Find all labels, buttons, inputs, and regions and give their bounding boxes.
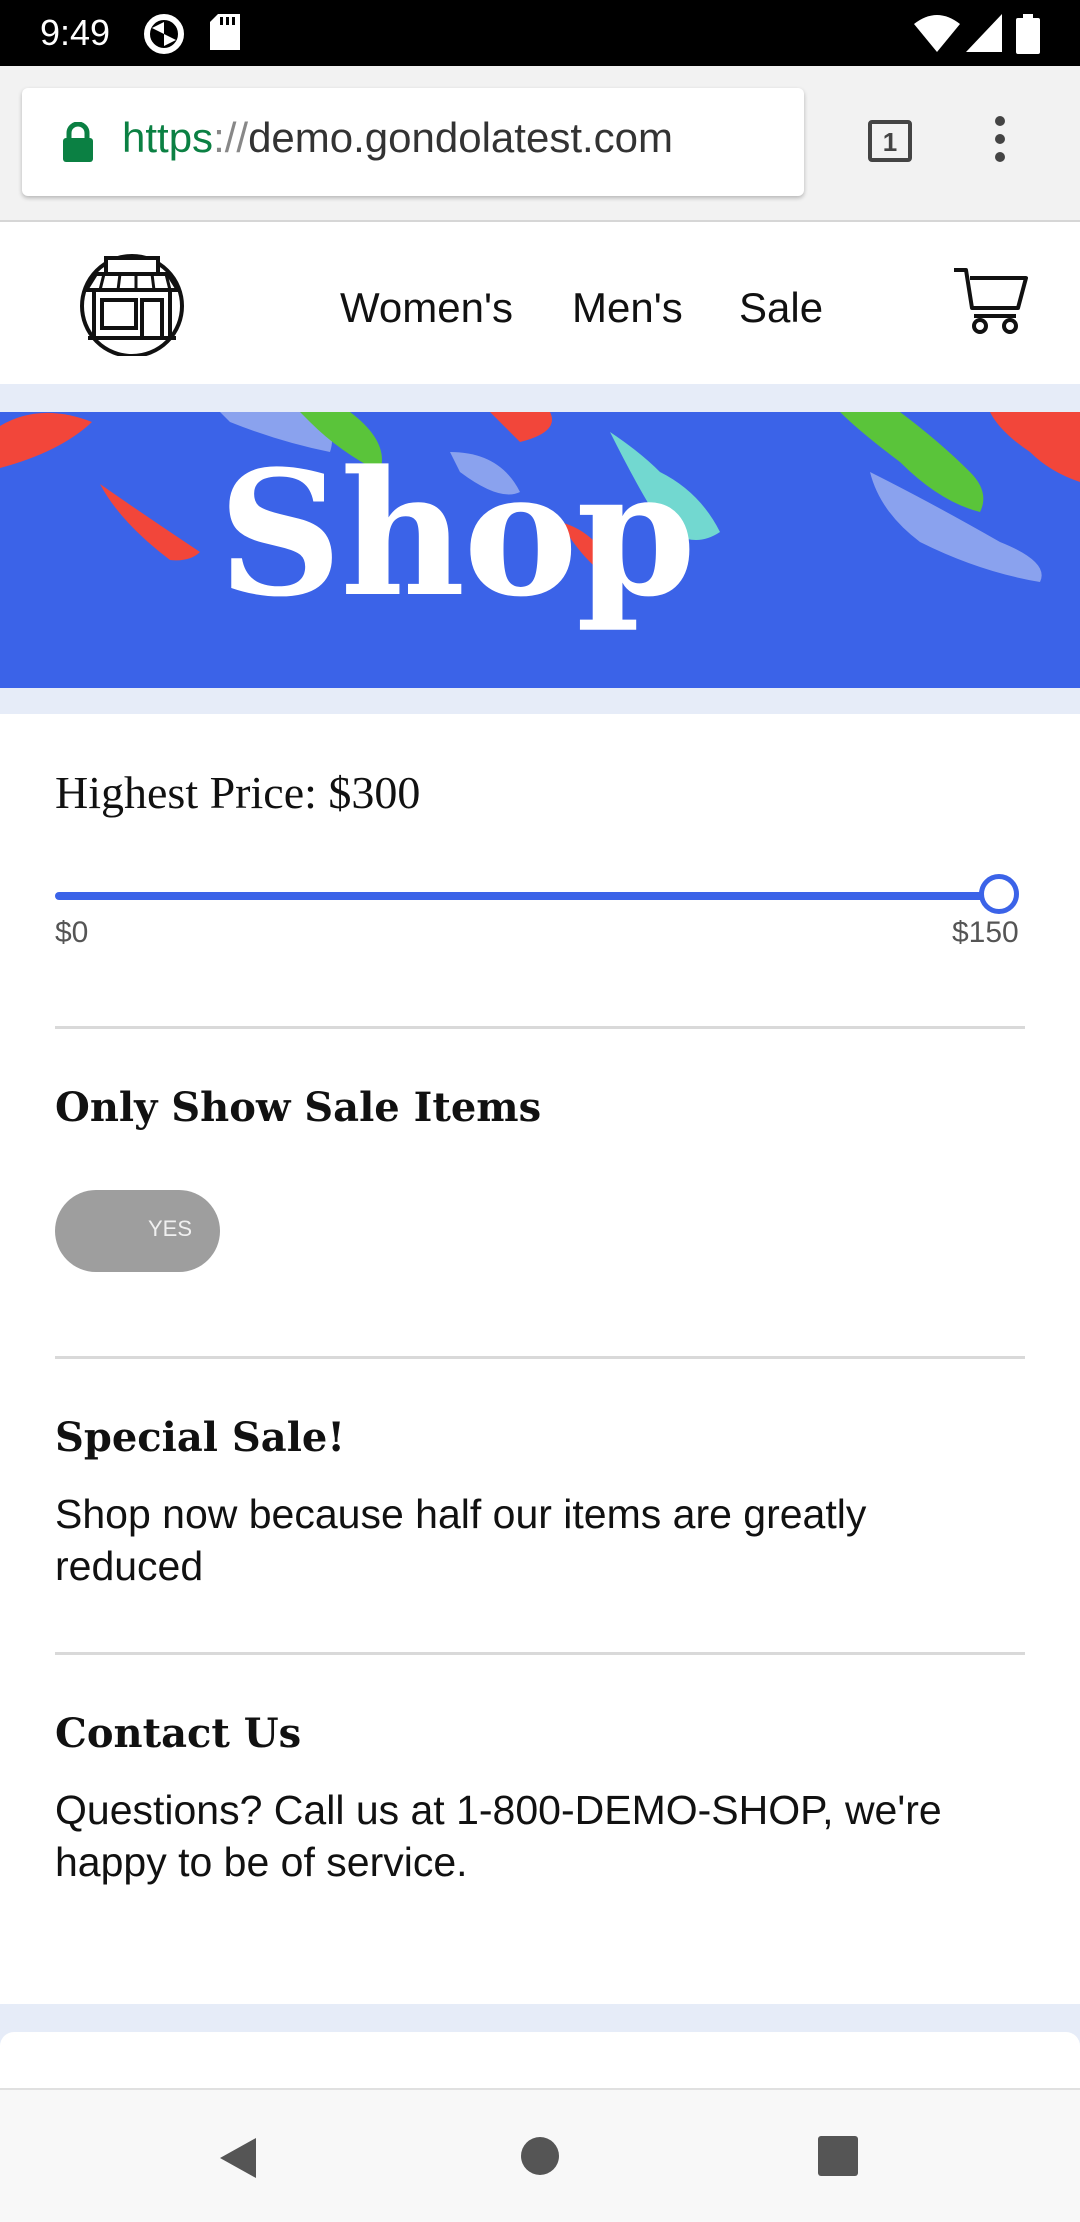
shop-banner: Shop <box>0 412 1080 688</box>
divider <box>55 1356 1025 1359</box>
divider <box>55 1026 1025 1029</box>
nav-link-sale[interactable]: Sale <box>739 284 823 332</box>
sync-icon <box>144 14 184 54</box>
nav-link-womens[interactable]: Women's <box>340 284 513 332</box>
toggle-label: YES <box>147 1216 192 1241</box>
next-section-card <box>0 2032 1080 2092</box>
sale-items-toggle[interactable]: YES <box>55 1190 220 1272</box>
menu-dots-icon[interactable] <box>990 116 1010 170</box>
android-nav-bar <box>0 2088 1080 2222</box>
url-host: demo.gondolatest.com <box>248 114 673 161</box>
special-sale-title: Special Sale! <box>55 1414 345 1461</box>
contact-text: Questions? Call us at 1-800-DEMO-SHOP, w… <box>55 1787 942 1885</box>
url-scheme: https <box>122 114 214 161</box>
home-icon[interactable] <box>520 2136 560 2176</box>
price-slider-thumb[interactable] <box>979 874 1019 914</box>
recents-icon[interactable] <box>818 2136 858 2176</box>
sale-filter-title: Only Show Sale Items <box>55 1084 542 1131</box>
lock-icon <box>63 122 93 162</box>
nav-link-mens[interactable]: Men's <box>572 284 683 332</box>
slider-max-label: $150 <box>952 916 1019 949</box>
signal-icon <box>966 14 1002 52</box>
store-logo-icon[interactable] <box>76 252 188 356</box>
wifi-icon <box>914 15 960 52</box>
price-slider-track[interactable] <box>55 892 1003 900</box>
tab-switcher-button[interactable]: 1 <box>868 120 912 162</box>
site-header: Women's Men's Sale <box>0 222 1080 384</box>
back-icon[interactable] <box>218 2136 258 2180</box>
battery-icon <box>1016 14 1040 54</box>
browser-toolbar: https://demo.gondolatest.com 1 <box>0 66 1080 222</box>
highest-price-label: Highest Price: $300 <box>55 767 421 818</box>
special-sale-text: Shop now because half our items are grea… <box>55 1491 867 1589</box>
slider-min-label: $0 <box>55 916 89 949</box>
status-time: 9:49 <box>40 12 111 53</box>
status-bar: 9:49 <box>0 0 1080 66</box>
cart-icon[interactable] <box>952 264 1028 336</box>
address-bar[interactable]: https://demo.gondolatest.com <box>22 88 804 196</box>
contact-title: Contact Us <box>55 1710 302 1757</box>
filters-panel: Highest Price: $300 $0 $150 Only Show Sa… <box>0 714 1080 2004</box>
banner-title: Shop <box>218 432 696 635</box>
divider <box>55 1652 1025 1655</box>
url-separator: :// <box>213 114 249 161</box>
url-text[interactable]: https://demo.gondolatest.com <box>122 114 673 162</box>
sd-card-icon <box>210 14 240 50</box>
